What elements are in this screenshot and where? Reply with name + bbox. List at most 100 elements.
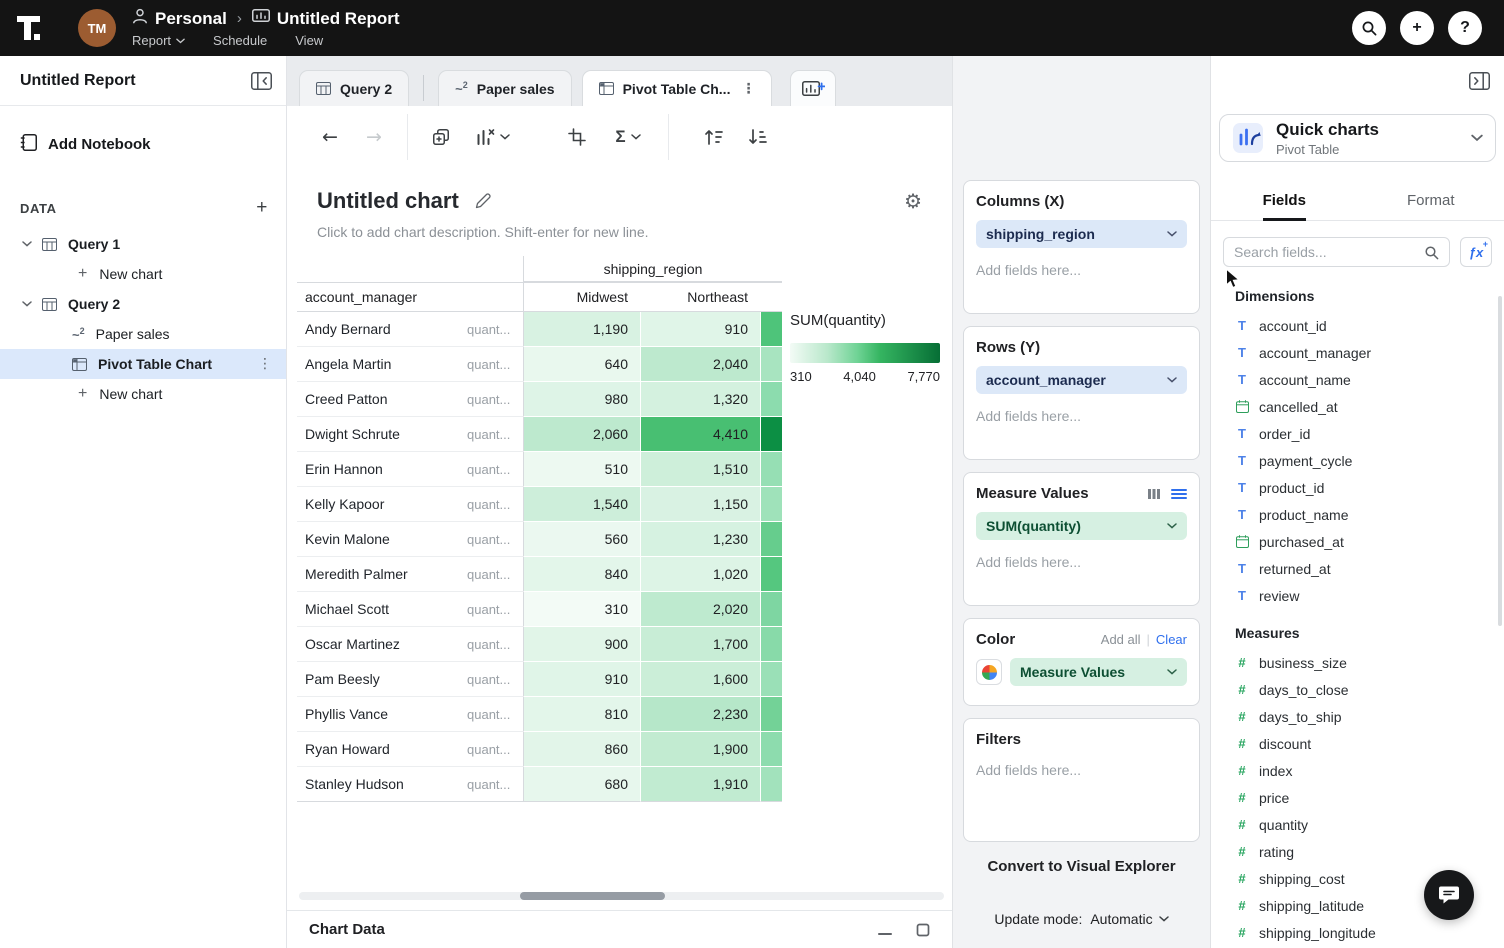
chevron-down-icon[interactable]	[22, 241, 32, 247]
pivot-cell[interactable]: 1,910	[640, 767, 760, 802]
pivot-row-label[interactable]: Ryan Howard	[297, 732, 455, 767]
pivot-cell[interactable]: 910	[640, 312, 760, 347]
field-account-id[interactable]: Taccount_id	[1211, 312, 1504, 339]
pivot-col-header-northeast[interactable]: Northeast	[640, 282, 760, 312]
add-button[interactable]: +	[1400, 11, 1434, 45]
tab-pivot-table-ch[interactable]: Pivot Table Ch...⋮	[582, 70, 773, 106]
kebab-menu-icon[interactable]: ⋮	[258, 356, 272, 372]
measure-pill[interactable]: SUM(quantity)	[976, 512, 1187, 540]
workspace-name[interactable]: Personal	[155, 9, 227, 29]
pivot-row-label[interactable]: Creed Patton	[297, 382, 455, 417]
menu-view[interactable]: View	[295, 33, 323, 48]
pivot-cell[interactable]: 980	[523, 382, 640, 417]
clear-link[interactable]: Clear	[1156, 632, 1187, 647]
field-payment-cycle[interactable]: Tpayment_cycle	[1211, 447, 1504, 474]
pivot-cell[interactable]: 860	[523, 732, 640, 767]
pivot-cell[interactable]: 4,410	[640, 417, 760, 452]
fields-scrollbar[interactable]	[1498, 296, 1502, 626]
field-product-id[interactable]: Tproduct_id	[1211, 474, 1504, 501]
minimize-icon[interactable]	[878, 923, 892, 937]
pivot-cell[interactable]: 310	[523, 592, 640, 627]
pivot-cell[interactable]: 1,320	[640, 382, 760, 417]
tab-format[interactable]: Format	[1358, 184, 1504, 220]
chart-settings-button[interactable]: ⚙	[904, 189, 922, 213]
pivot-cell[interactable]: 1,020	[640, 557, 760, 592]
search-button[interactable]	[1352, 11, 1386, 45]
sidebar-item-pivot-table-chart-4[interactable]: Pivot Table Chart⋮	[0, 349, 286, 379]
report-title[interactable]: Untitled Report	[277, 9, 400, 29]
color-swatch-button[interactable]	[976, 659, 1002, 685]
search-fields-box[interactable]	[1223, 237, 1450, 267]
field-purchased-at[interactable]: purchased_at	[1211, 528, 1504, 555]
pivot-cell[interactable]: 1,600	[640, 662, 760, 697]
sidebar-item-new-chart-1[interactable]: +New chart	[0, 259, 286, 289]
list-view-icon[interactable]	[1171, 488, 1187, 500]
maximize-icon[interactable]	[916, 923, 930, 937]
pivot-row-label[interactable]: Kelly Kapoor	[297, 487, 455, 522]
menu-report[interactable]: Report	[132, 33, 185, 48]
update-mode-dropdown[interactable]: Automatic	[1090, 911, 1168, 927]
pivot-cell[interactable]: 910	[523, 662, 640, 697]
chart-title[interactable]: Untitled chart	[317, 188, 459, 214]
quick-charts-selector[interactable]: Quick charts Pivot Table	[1219, 114, 1496, 162]
pivot-cell[interactable]: 1,510	[640, 452, 760, 487]
chart-description-placeholder[interactable]: Click to add chart description. Shift-en…	[317, 224, 922, 240]
field-cancelled-at[interactable]: cancelled_at	[1211, 393, 1504, 420]
transform-button[interactable]	[560, 120, 594, 154]
pivot-row-label[interactable]: Michael Scott	[297, 592, 455, 627]
pivot-row-label[interactable]: Kevin Malone	[297, 522, 455, 557]
field-shipping-longitude[interactable]: #shipping_longitude	[1211, 919, 1504, 946]
pivot-col-header-midwest[interactable]: Midwest	[523, 282, 640, 312]
add-all-link[interactable]: Add all	[1101, 632, 1141, 647]
add-formula-button[interactable]: ƒx+	[1460, 237, 1492, 267]
chevron-down-icon[interactable]	[22, 301, 32, 307]
pivot-row-label[interactable]: Oscar Martinez	[297, 627, 455, 662]
sidebar-item-query-1-0[interactable]: Query 1	[0, 229, 286, 259]
user-avatar[interactable]: TM	[78, 9, 116, 47]
field-days-to-ship[interactable]: #days_to_ship	[1211, 703, 1504, 730]
field-product-name[interactable]: Tproduct_name	[1211, 501, 1504, 528]
sort-descending-button[interactable]	[741, 120, 775, 154]
duplicate-chart-button[interactable]	[424, 120, 458, 154]
sidebar-item-query-2-2[interactable]: Query 2	[0, 289, 286, 319]
pivot-row-label[interactable]: Meredith Palmer	[297, 557, 455, 592]
aggregate-dropdown[interactable]: Σ	[604, 120, 652, 154]
horizontal-scrollbar[interactable]	[299, 892, 944, 900]
pivot-cell[interactable]: 1,540	[523, 487, 640, 522]
sidebar-item-paper-sales-3[interactable]: ~2Paper sales	[0, 319, 286, 349]
sort-ascending-button[interactable]	[697, 120, 731, 154]
tab-fields[interactable]: Fields	[1211, 184, 1358, 220]
search-fields-input[interactable]	[1234, 244, 1424, 260]
kebab-menu-icon[interactable]: ⋮	[741, 81, 755, 97]
pivot-cell[interactable]: 2,230	[640, 697, 760, 732]
tab-paper-sales[interactable]: ~2Paper sales	[438, 70, 571, 106]
pivot-cell[interactable]: 1,900	[640, 732, 760, 767]
redo-button[interactable]: →	[357, 120, 391, 154]
field-index[interactable]: #index	[1211, 757, 1504, 784]
rows-field-pill[interactable]: account_manager	[976, 366, 1187, 394]
remove-chart-dropdown[interactable]	[468, 120, 516, 154]
columns-view-icon[interactable]	[1147, 487, 1161, 501]
tab-query-2[interactable]: Query 2	[299, 70, 409, 106]
collapse-sidebar-button[interactable]	[251, 72, 272, 90]
pivot-cell[interactable]: 810	[523, 697, 640, 732]
filters-drop-placeholder[interactable]: Add fields here...	[976, 762, 1187, 778]
pivot-cell[interactable]: 510	[523, 452, 640, 487]
pivot-cell[interactable]: 1,150	[640, 487, 760, 522]
new-chart-tab-button[interactable]	[790, 70, 836, 106]
pivot-cell[interactable]: 1,230	[640, 522, 760, 557]
pivot-cell[interactable]: 2,020	[640, 592, 760, 627]
rows-drop-placeholder[interactable]: Add fields here...	[976, 408, 1187, 424]
columns-drop-placeholder[interactable]: Add fields here...	[976, 262, 1187, 278]
pivot-row-label[interactable]: Pam Beesly	[297, 662, 455, 697]
help-button[interactable]: ?	[1448, 11, 1482, 45]
field-rating[interactable]: #rating	[1211, 838, 1504, 865]
pivot-cell[interactable]: 1,190	[523, 312, 640, 347]
field-returned-at[interactable]: Treturned_at	[1211, 555, 1504, 582]
pivot-cell[interactable]: 840	[523, 557, 640, 592]
pivot-row-label[interactable]: Andy Bernard	[297, 312, 455, 347]
color-field-pill[interactable]: Measure Values	[1010, 658, 1187, 686]
pivot-cell[interactable]: 1,700	[640, 627, 760, 662]
pivot-row-label[interactable]: Dwight Schrute	[297, 417, 455, 452]
columns-field-pill[interactable]: shipping_region	[976, 220, 1187, 248]
